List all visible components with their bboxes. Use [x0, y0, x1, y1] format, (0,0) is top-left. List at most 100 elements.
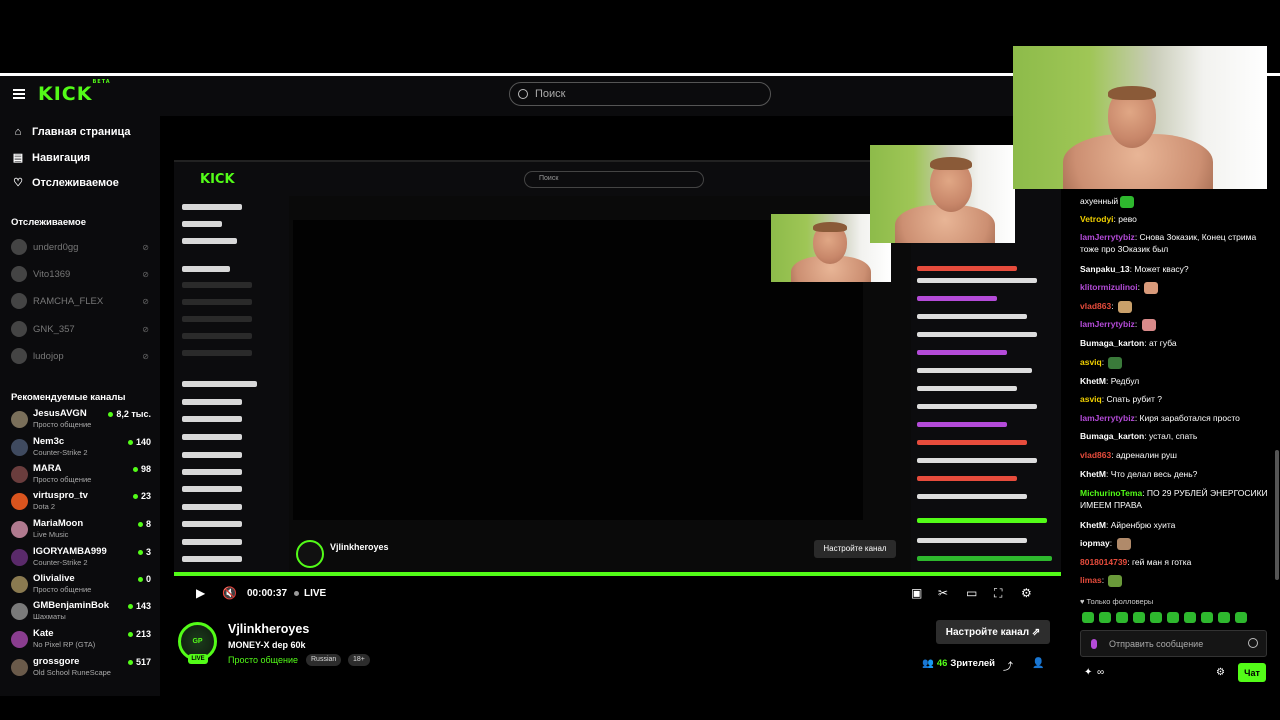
mic-icon — [1091, 638, 1097, 649]
chat-username[interactable]: Vetrodyi — [1080, 214, 1114, 224]
chat-username[interactable]: KhetM — [1080, 520, 1106, 530]
points-icon[interactable]: ✦ — [1084, 667, 1092, 678]
emote-icon[interactable] — [1167, 612, 1179, 623]
playback-progress-bar[interactable] — [174, 572, 1061, 576]
chat-username[interactable]: 8018014739 — [1080, 557, 1127, 567]
chat-settings-icon[interactable]: ⚙ — [1216, 667, 1225, 678]
search-icon — [518, 89, 528, 99]
following-channel[interactable]: underd0gg ⊘ — [11, 239, 153, 255]
chat-username[interactable]: KhetM — [1080, 469, 1106, 479]
channel-category: No Pixel RP (GTA) — [33, 640, 96, 649]
chat-username[interactable]: limas — [1080, 575, 1102, 585]
followers-only-notice: ♥ Только фолловеры — [1080, 597, 1154, 606]
tag-age[interactable]: 18+ — [348, 654, 370, 666]
kick-logo[interactable]: KICKBETA — [38, 79, 111, 105]
recommended-channel[interactable]: IGORYAMBA999 Counter-Strike 2 3 — [11, 546, 151, 568]
emote-icon[interactable] — [1218, 612, 1230, 623]
recommended-channel[interactable]: Olivialive Просто общение 0 — [11, 573, 151, 595]
chat-username[interactable]: MichurinoTema — [1080, 488, 1142, 498]
picture-in-picture-icon[interactable]: ▣ — [911, 586, 922, 600]
recommended-channel[interactable]: Kate No Pixel RP (GTA) 213 — [11, 628, 151, 650]
recommended-channel[interactable]: grossgore Old School RuneScape 517 — [11, 656, 151, 678]
play-icon[interactable]: ▶ — [196, 586, 205, 600]
chat-text: Что делал весь день? — [1110, 469, 1198, 479]
chat-username[interactable]: asviq — [1080, 394, 1102, 404]
chat-username[interactable]: IamJerrytybiz — [1080, 232, 1135, 242]
recommended-channel[interactable]: Nem3c Counter-Strike 2 140 — [11, 436, 151, 458]
emote-icon[interactable] — [1184, 612, 1196, 623]
stream-category[interactable]: Просто общение — [228, 655, 298, 665]
chat-input[interactable] — [1109, 638, 1239, 649]
search-input[interactable] — [535, 88, 735, 100]
chat-username[interactable]: iopmay — [1080, 538, 1110, 548]
emote-icon[interactable] — [1235, 612, 1247, 623]
scrollbar[interactable] — [1275, 450, 1279, 580]
chat-username[interactable]: vlad863 — [1080, 450, 1111, 460]
viewer-count: 0 — [137, 574, 151, 584]
chat-message: klitormizulinoi: — [1080, 281, 1270, 294]
sidebar-item-home[interactable]: ⌂ Главная страница — [12, 126, 131, 138]
sidebar-item-browse[interactable]: ▤ Навигация — [12, 151, 90, 165]
avatar — [11, 493, 28, 510]
following-channel[interactable]: GNK_357 ⊘ — [11, 321, 153, 337]
offline-icon: ⊘ — [142, 296, 149, 306]
chat-username[interactable]: IamJerrytybiz — [1080, 319, 1135, 329]
emote-icon — [1116, 537, 1131, 550]
emote-icon[interactable] — [1082, 612, 1094, 623]
follow-user-icon[interactable]: 👤 — [1032, 658, 1044, 669]
following-channel[interactable]: ludojop ⊘ — [11, 348, 153, 364]
recommended-channel[interactable]: virtuspro_tv Dota 2 23 — [11, 490, 151, 512]
chat-text: ат губа — [1148, 338, 1177, 348]
channel-category: Live Music — [33, 530, 69, 539]
chat-username[interactable]: Bumaga_karton — [1080, 431, 1144, 441]
recommended-channel[interactable]: JesusAVGN Просто общение 8,2 тыс. — [11, 408, 151, 430]
emote-icon[interactable] — [1133, 612, 1145, 623]
emote-icon[interactable] — [1150, 612, 1162, 623]
menu-icon[interactable] — [13, 89, 25, 99]
chat-username[interactable]: IamJerrytybiz — [1080, 413, 1135, 423]
recommended-channel[interactable]: GMBenjaminBok Шахматы 143 — [11, 600, 151, 622]
chat-username[interactable]: asviq — [1080, 357, 1102, 367]
fullscreen-icon[interactable]: ⛶ — [994, 586, 1002, 601]
following-channel[interactable]: RAMCHA_FLEX ⊘ — [11, 293, 153, 309]
chat-message: IamJerrytybiz: — [1080, 318, 1270, 331]
settings-icon[interactable]: ⚙ — [1021, 586, 1032, 600]
recommended-channel[interactable]: MariaMoon Live Music 8 — [11, 518, 151, 540]
chat-username[interactable]: Sanpaku_13 — [1080, 264, 1130, 274]
send-chat-button[interactable]: Чат — [1238, 663, 1266, 682]
emote-icon[interactable] — [1201, 612, 1213, 623]
clip-icon[interactable]: ✂ — [938, 586, 948, 600]
chat-username[interactable]: vlad863 — [1080, 301, 1111, 311]
live-indicator[interactable]: LIVE — [294, 588, 326, 599]
tag-language[interactable]: Russian — [306, 654, 342, 666]
setup-channel-button[interactable]: Настройте канал ⇗ — [936, 620, 1050, 644]
chat-text: устал, спать — [1148, 431, 1198, 441]
emote-icon[interactable] — [1116, 612, 1128, 623]
streamer-name[interactable]: Vjlinkheroyes — [228, 622, 309, 636]
following-channel[interactable]: Vito1369 ⊘ — [11, 266, 153, 282]
nested-avatar — [296, 540, 324, 568]
webcam-overlay — [1013, 46, 1267, 189]
theater-mode-icon[interactable]: ▭ — [966, 586, 977, 600]
emote-icon[interactable] — [1099, 612, 1111, 623]
chat-text: Редбул — [1110, 376, 1140, 386]
share-icon[interactable]: ⤴ — [1003, 658, 1013, 673]
channel-category: Просто общение — [33, 585, 92, 594]
chat-username[interactable]: klitormizulinoi — [1080, 282, 1138, 292]
emote-bar — [1082, 612, 1247, 623]
chat-username[interactable]: Bumaga_karton — [1080, 338, 1144, 348]
mute-icon[interactable]: 🔇 — [222, 586, 237, 600]
external-link-icon: ⇗ — [1031, 626, 1041, 638]
chat-username[interactable]: KhetM — [1080, 376, 1106, 386]
chat-text: рево — [1118, 214, 1137, 224]
chat-message: KhetM: Айренбрю хуита — [1080, 520, 1176, 530]
search-bar[interactable] — [509, 82, 771, 106]
chat-input-box[interactable] — [1080, 630, 1267, 657]
sidebar-item-following[interactable]: ♡ Отслеживаемое — [12, 176, 119, 190]
heart-icon: ♥ — [1080, 597, 1085, 606]
chat-text: Киря заработался просто — [1139, 413, 1240, 423]
channel-name: Nem3c — [33, 436, 65, 447]
recommended-channel[interactable]: MARA Просто общение 98 — [11, 463, 151, 485]
emoji-icon[interactable] — [1248, 638, 1258, 648]
nested-streamer-name: Vjlinkheroyes — [330, 542, 389, 552]
